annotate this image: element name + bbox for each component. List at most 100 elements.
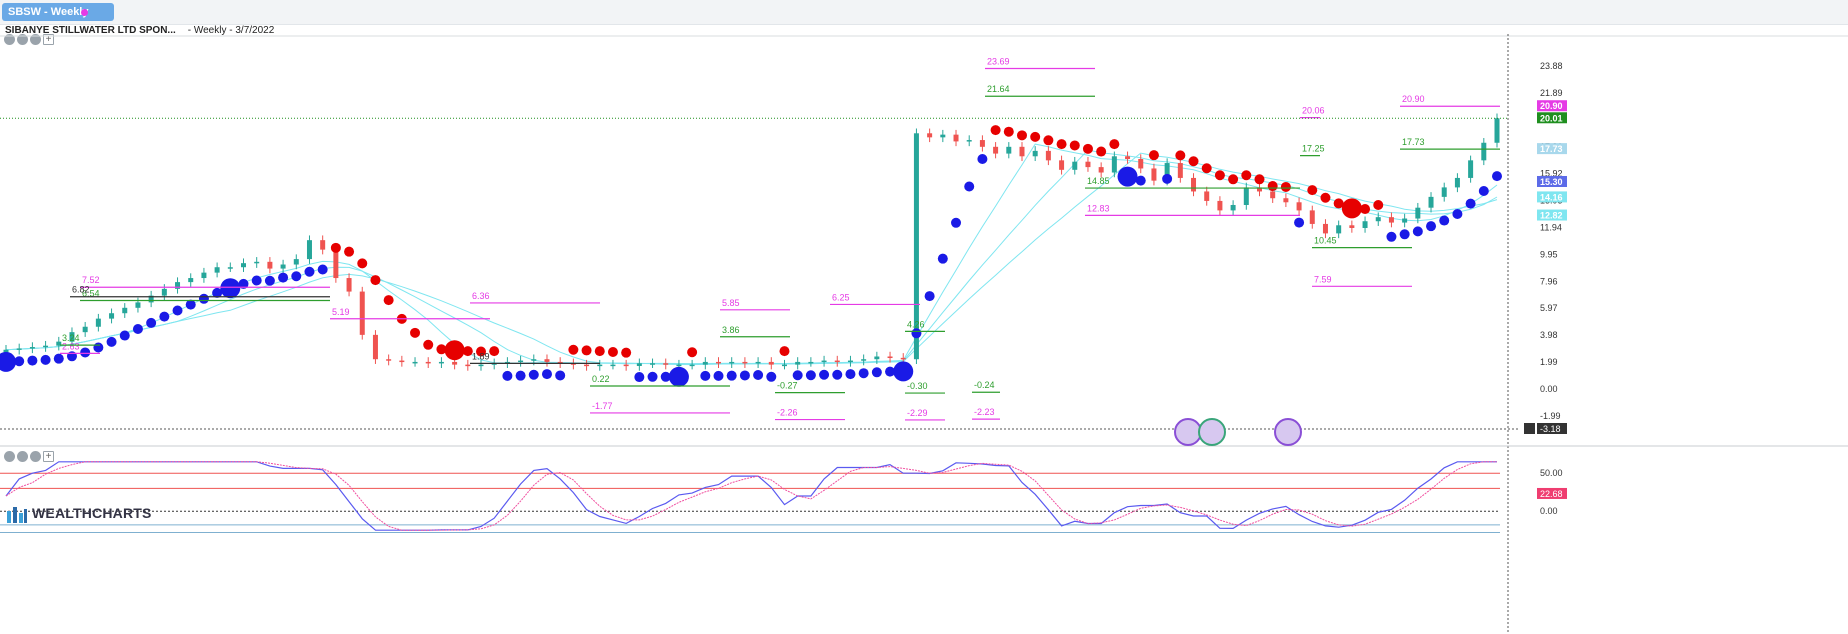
red-signal-dot bbox=[1056, 139, 1067, 150]
blue-signal-dot bbox=[1492, 171, 1502, 182]
price-chart[interactable]: 23.8821.8919.9017.9115.9213.9311.949.957… bbox=[0, 0, 1848, 634]
level-label: 14.85 bbox=[1087, 176, 1110, 186]
y-tick-label: 21.89 bbox=[1540, 88, 1563, 98]
oscillator-signal-line bbox=[5, 461, 1497, 531]
blue-signal-dot bbox=[278, 272, 289, 283]
oscillator-value-label: 22.68 bbox=[1540, 489, 1563, 499]
red-signal-dot bbox=[410, 327, 421, 338]
red-signal-dot bbox=[1148, 150, 1159, 161]
blue-signal-dot bbox=[198, 293, 209, 304]
wealthcharts-logo: WEALTHCHARTS bbox=[6, 503, 152, 523]
level-label: 20.90 bbox=[1402, 94, 1425, 104]
blue-signal-dot bbox=[937, 253, 948, 264]
blue-signal-dot bbox=[832, 369, 843, 380]
red-signal-dot bbox=[990, 125, 1001, 136]
candle-body bbox=[1045, 150, 1051, 161]
red-signal-dot bbox=[687, 347, 698, 358]
candle-body bbox=[808, 361, 814, 364]
candle-body bbox=[663, 363, 669, 365]
candle-body bbox=[953, 134, 959, 142]
level-label: 4.26 bbox=[907, 319, 925, 329]
candle-body bbox=[597, 364, 603, 367]
level-label: 20.06 bbox=[1302, 106, 1325, 116]
blue-signal-dot bbox=[1426, 221, 1437, 232]
level-label: 6.82 bbox=[72, 285, 90, 295]
level-label: -0.27 bbox=[777, 381, 798, 391]
blue-signal-dot bbox=[1399, 229, 1410, 240]
candle-body bbox=[1441, 187, 1447, 197]
blue-signal-dot bbox=[1135, 175, 1146, 186]
candle-body bbox=[82, 326, 88, 333]
level-label: 10.45 bbox=[1314, 236, 1337, 246]
candle-body bbox=[188, 278, 194, 283]
level-label: 17.73 bbox=[1402, 137, 1425, 147]
candle-body bbox=[1349, 225, 1355, 228]
candle-body bbox=[702, 361, 708, 365]
blue-signal-dot bbox=[304, 266, 315, 277]
level-label: 3.86 bbox=[722, 325, 740, 335]
candle-body bbox=[781, 364, 787, 367]
level-label: 1.89 bbox=[472, 351, 490, 361]
red-signal-dot bbox=[594, 346, 605, 357]
candle-body bbox=[966, 140, 972, 142]
price-tag-label: 17.73 bbox=[1540, 144, 1563, 154]
level-label: 0.22 bbox=[592, 374, 610, 384]
blue-signal-dot bbox=[541, 369, 552, 380]
candle-body bbox=[280, 264, 286, 269]
level-label: -1.77 bbox=[592, 401, 613, 411]
candle-body bbox=[425, 361, 431, 364]
candle-body bbox=[175, 282, 181, 289]
blue-signal-dot bbox=[792, 370, 803, 381]
blue-signal-dot bbox=[264, 275, 275, 286]
red-signal-dot bbox=[1241, 170, 1252, 181]
level-label: 3.24 bbox=[62, 333, 80, 343]
candle-body bbox=[610, 364, 616, 367]
candle-body bbox=[1309, 210, 1315, 224]
red-signal-dot bbox=[489, 346, 500, 357]
red-signal-dot bbox=[1254, 174, 1265, 185]
red-signal-dot bbox=[1373, 199, 1384, 210]
blue-signal-dot bbox=[27, 355, 38, 366]
oscillator-tick-label: 0.00 bbox=[1540, 506, 1558, 516]
y-tick-label: 1.99 bbox=[1540, 357, 1558, 367]
red-signal-dot bbox=[423, 339, 434, 350]
candle-body bbox=[438, 361, 444, 364]
blue-signal-dot bbox=[502, 370, 513, 381]
blue-signal-dot bbox=[1294, 217, 1305, 228]
candle-body bbox=[847, 360, 853, 363]
candle-body bbox=[1468, 160, 1474, 178]
y-tick-label: 0.00 bbox=[1540, 384, 1558, 394]
candle-body bbox=[452, 361, 458, 365]
candle-body bbox=[386, 359, 392, 361]
blue-signal-dot bbox=[53, 353, 64, 364]
price-tag-label: 12.82 bbox=[1540, 211, 1563, 221]
candle-body bbox=[1230, 204, 1236, 211]
blue-signal-dot bbox=[964, 181, 975, 192]
candle-body bbox=[940, 134, 946, 138]
blue-signal-dot bbox=[805, 370, 816, 381]
blue-signal-dot bbox=[317, 264, 328, 275]
blue-signal-dot bbox=[1478, 186, 1489, 197]
price-tag-label: 20.90 bbox=[1540, 101, 1563, 111]
candle-body bbox=[1375, 217, 1381, 222]
candle-body bbox=[650, 363, 656, 365]
candle-body bbox=[1085, 161, 1091, 168]
red-signal-dot bbox=[1214, 170, 1225, 181]
blue-signal-dot bbox=[1162, 173, 1173, 184]
red-signal-dot bbox=[1307, 185, 1318, 196]
candle-body bbox=[1283, 198, 1289, 203]
candle-body bbox=[1191, 177, 1197, 192]
candle-body bbox=[834, 360, 840, 363]
candle-body bbox=[1402, 218, 1408, 223]
level-label: -0.30 bbox=[907, 381, 928, 391]
event-marker-icon bbox=[1174, 418, 1202, 446]
candle-body bbox=[1388, 217, 1394, 223]
candle-body bbox=[795, 361, 801, 365]
red-signal-dot bbox=[581, 345, 592, 356]
y-tick-label: 11.94 bbox=[1540, 222, 1562, 232]
candle-body bbox=[1415, 207, 1421, 219]
blue-signal-dot bbox=[1465, 198, 1476, 209]
candle-body bbox=[993, 146, 999, 154]
y-tick-label: 23.88 bbox=[1540, 61, 1563, 71]
candle-body bbox=[531, 359, 537, 361]
